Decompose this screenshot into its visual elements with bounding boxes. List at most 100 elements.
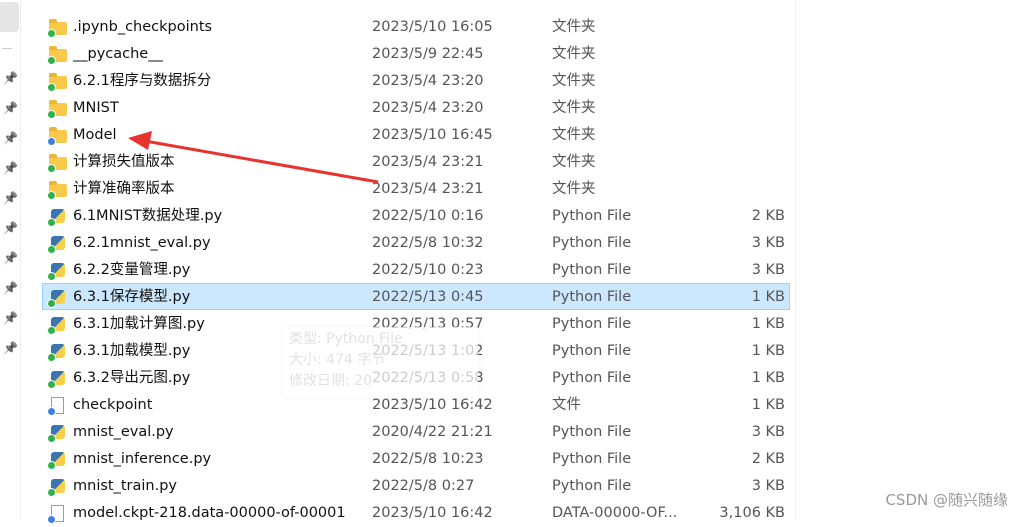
file-name: 6.3.1保存模型.py (73, 289, 191, 305)
sync-ok-icon (47, 191, 56, 200)
sync-ok-icon (47, 326, 56, 335)
sync-pending-icon (47, 137, 56, 146)
file-name: mnist_eval.py (73, 424, 174, 440)
pin-icon[interactable]: 📌 (3, 281, 18, 295)
file-row[interactable]: model.ckpt-218.data-00000-of-00001 2023/… (42, 499, 790, 526)
pin-icon[interactable]: 📌 (3, 191, 18, 205)
pin-icon[interactable]: 📌 (3, 161, 18, 175)
file-row[interactable]: mnist_inference.py 2022/5/8 10:23 Python… (42, 445, 790, 472)
file-date: 2022/5/10 0:23 (372, 262, 484, 278)
sync-ok-icon (47, 83, 56, 92)
file-name: .ipynb_checkpoints (73, 19, 213, 35)
tooltip-type: 类型: Python File (289, 331, 403, 347)
sync-ok-icon (47, 218, 56, 227)
sync-ok-icon (47, 29, 56, 38)
file-row[interactable]: MNIST 2023/5/4 23:20 文件夹 (42, 94, 790, 121)
sidebar-divider (2, 48, 12, 49)
file-row[interactable]: 6.1MNIST数据处理.py 2022/5/10 0:16 Python Fi… (42, 202, 790, 229)
file-date: 2020/4/22 21:21 (372, 424, 493, 440)
file-type: Python File (552, 262, 632, 278)
file-type: Python File (552, 478, 632, 494)
sync-ok-icon (47, 56, 56, 65)
file-type: 文件夹 (552, 73, 596, 89)
sync-ok-icon (47, 461, 56, 470)
file-name: 6.1MNIST数据处理.py (73, 208, 223, 224)
sync-ok-icon (47, 380, 56, 389)
file-date: 2023/5/4 23:20 (372, 100, 484, 116)
file-row[interactable]: 6.3.1保存模型.py 2022/5/13 0:45 Python File … (42, 283, 790, 310)
file-type: Python File (552, 316, 632, 332)
file-name: 计算准确率版本 (73, 181, 175, 197)
file-type: Python File (552, 370, 632, 386)
file-name: model.ckpt-218.data-00000-of-00001 (73, 505, 346, 521)
file-date: 2023/5/10 16:42 (372, 505, 493, 521)
sync-ok-icon (47, 110, 56, 119)
column-divider[interactable] (795, 0, 796, 520)
file-type: Python File (552, 235, 632, 251)
file-size: 3 KB (751, 478, 785, 494)
file-size: 3,106 KB (719, 505, 785, 521)
file-row[interactable]: 6.2.1mnist_eval.py 2022/5/8 10:32 Python… (42, 229, 790, 256)
file-name: 6.3.1加载计算图.py (73, 316, 205, 332)
file-name: mnist_train.py (73, 478, 177, 494)
file-name: MNIST (73, 100, 119, 116)
sync-ok-icon (47, 488, 56, 497)
tooltip-modified: 修改日期: 20 (289, 373, 372, 389)
file-size: 1 KB (751, 370, 785, 386)
file-row[interactable]: .ipynb_checkpoints 2023/5/10 16:05 文件夹 (42, 13, 790, 40)
file-row[interactable]: 6.2.1程序与数据拆分 2023/5/4 23:20 文件夹 (42, 67, 790, 94)
file-size: 1 KB (751, 289, 785, 305)
file-row[interactable]: 6.2.2变量管理.py 2022/5/10 0:23 Python File … (42, 256, 790, 283)
file-date: 2022/5/13 0:45 (372, 289, 484, 305)
file-size: 3 KB (751, 235, 785, 251)
file-type: DATA-00000-OF... (552, 505, 678, 521)
file-date: 2023/5/4 23:21 (372, 154, 484, 170)
file-type: 文件夹 (552, 127, 596, 143)
pin-icon[interactable]: 📌 (3, 101, 18, 115)
file-date: 2023/5/4 23:21 (372, 181, 484, 197)
file-name: 6.2.1mnist_eval.py (73, 235, 211, 251)
file-date: 2023/5/10 16:05 (372, 19, 493, 35)
file-name: __pycache__ (73, 46, 163, 62)
file-date: 2023/5/4 23:20 (372, 73, 484, 89)
file-name: checkpoint (73, 397, 153, 413)
file-type: Python File (552, 343, 632, 359)
file-name: 6.3.1加载模型.py (73, 343, 191, 359)
file-name: 6.2.2变量管理.py (73, 262, 191, 278)
file-name: Model (73, 127, 117, 143)
file-size: 3 KB (751, 424, 785, 440)
sync-ok-icon (47, 272, 56, 281)
file-row[interactable]: Model 2023/5/10 16:45 文件夹 (42, 121, 790, 148)
file-size: 2 KB (751, 208, 785, 224)
file-size: 1 KB (751, 316, 785, 332)
sync-ok-icon (47, 353, 56, 362)
pin-icon[interactable]: 📌 (3, 221, 18, 235)
file-type: 文件夹 (552, 100, 596, 116)
pin-icon[interactable]: 📌 (3, 341, 18, 355)
file-row[interactable]: 计算准确率版本 2023/5/4 23:21 文件夹 (42, 175, 790, 202)
file-name: 6.2.1程序与数据拆分 (73, 73, 212, 89)
file-date: 2023/5/9 22:45 (372, 46, 484, 62)
pin-icon[interactable]: 📌 (3, 311, 18, 325)
pin-icon[interactable]: 📌 (3, 131, 18, 145)
file-row[interactable]: mnist_eval.py 2020/4/22 21:21 Python Fil… (42, 418, 790, 445)
quick-access-sidebar: 📌 📌 📌 📌 📌 📌 📌 📌 📌 📌 (0, 0, 21, 520)
pin-icon[interactable]: 📌 (3, 71, 18, 85)
file-row[interactable]: 计算损失值版本 2023/5/4 23:21 文件夹 (42, 148, 790, 175)
file-row[interactable]: __pycache__ 2023/5/9 22:45 文件夹 (42, 40, 790, 67)
sync-pending-icon (47, 407, 56, 416)
file-name: 计算损失值版本 (73, 154, 175, 170)
file-date: 2022/5/10 0:16 (372, 208, 484, 224)
file-row[interactable]: mnist_train.py 2022/5/8 0:27 Python File… (42, 472, 790, 499)
sync-ok-icon (47, 434, 56, 443)
watermark: CSDN @随兴随缘 (885, 491, 1008, 509)
sync-ok-icon (47, 245, 56, 254)
file-size: 1 KB (751, 397, 785, 413)
sidebar-selected-item[interactable] (0, 2, 19, 32)
file-size: 3 KB (751, 262, 785, 278)
sync-ok-icon (47, 164, 56, 173)
file-date: 2023/5/10 16:45 (372, 127, 493, 143)
tooltip-size: 大小: 474 字节 (289, 352, 386, 368)
file-size: 1 KB (751, 343, 785, 359)
pin-icon[interactable]: 📌 (3, 251, 18, 265)
